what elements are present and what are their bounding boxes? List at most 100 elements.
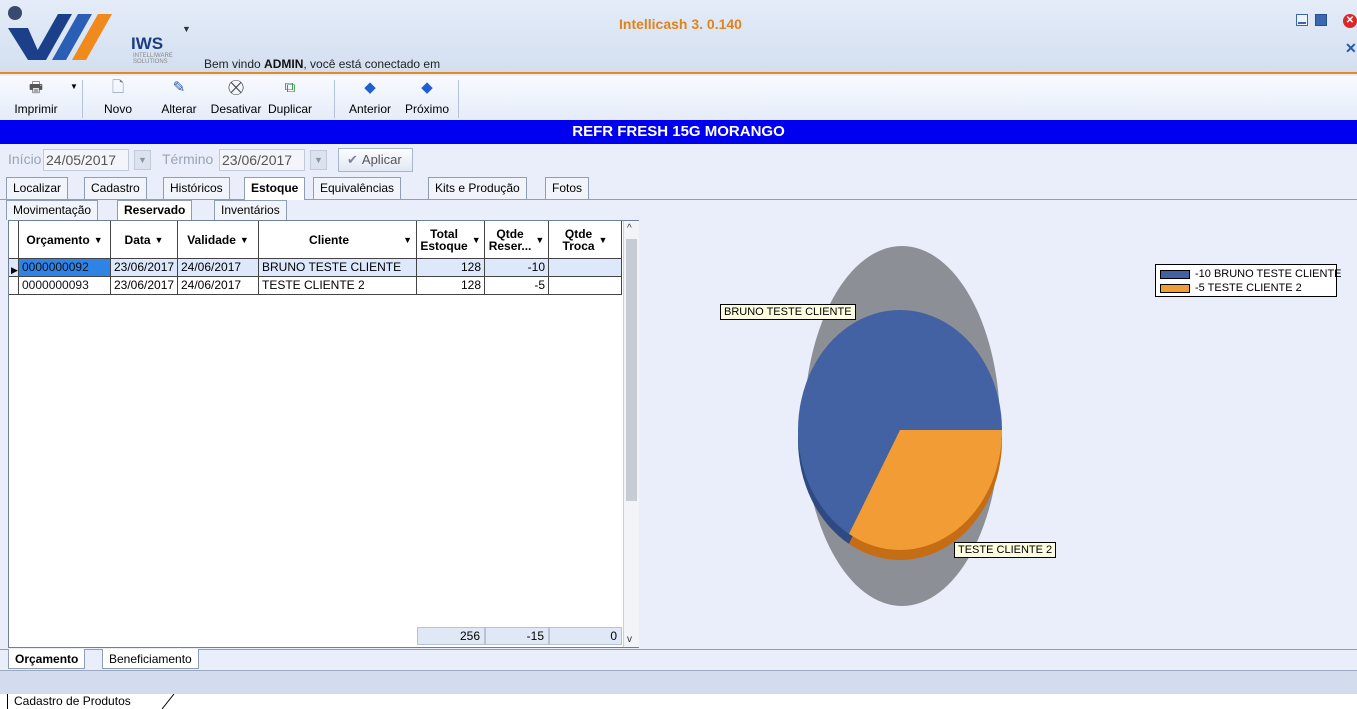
printer-icon: 🖶 [28, 79, 44, 96]
check-icon: ✔ [347, 152, 358, 167]
tab-inventarios[interactable]: Inventários [214, 200, 287, 220]
print-dropdown-caret-icon[interactable]: ▼ [70, 82, 78, 91]
col-qtde-reser[interactable]: Qtde Reser... ▼ [485, 221, 549, 259]
close-button[interactable]: ✕ [1343, 14, 1357, 28]
welcome-message: Bem vindo ADMIN, você está conectado em [204, 57, 441, 71]
tab-orcamento[interactable]: Orçamento [8, 649, 86, 669]
brand-name: IWS [131, 34, 164, 53]
bottom-tabs: Orçamento Beneficiamento [0, 649, 1357, 671]
close-form-icon[interactable]: ✕ [1345, 40, 1357, 57]
brand-menu-caret-icon[interactable]: ▼ [182, 24, 191, 34]
cell-total-estoque[interactable]: 128 [417, 259, 485, 277]
cell-orcamento[interactable]: 0000000092 [19, 259, 111, 277]
duplicate-icon: ⧉ [284, 79, 296, 96]
table-row[interactable]: 0000000093 23/06/2017 24/06/2017 TESTE C… [9, 277, 622, 295]
col-cliente[interactable]: Cliente ▼ [259, 221, 417, 259]
cell-qtde-troca[interactable] [549, 259, 622, 277]
tab-estoque[interactable]: Estoque [244, 177, 306, 200]
maximize-button[interactable] [1315, 14, 1327, 26]
cell-cliente[interactable]: BRUNO TESTE CLIENTE [259, 259, 417, 277]
arrow-left-icon: ◆ [364, 79, 376, 96]
cell-data[interactable]: 23/06/2017 [111, 277, 178, 295]
legend-item: -5 TESTE CLIENTE 2 [1160, 281, 1302, 295]
end-date-input[interactable]: 23/06/2017 [219, 149, 305, 171]
scroll-up-icon[interactable]: ^ [627, 223, 632, 234]
col-orcamento[interactable]: Orçamento ▼ [19, 221, 111, 259]
table-row[interactable]: ▶ 0000000092 23/06/2017 24/06/2017 BRUNO… [9, 259, 622, 277]
tab-cadastro-produtos[interactable]: Cadastro de Produtos [7, 694, 141, 709]
app-title: Intellicash 3. 0.140 [619, 16, 742, 32]
new-button[interactable]: 🗋 Novo [100, 78, 136, 118]
row-indicator: ▶ [9, 259, 19, 277]
tab-localizar[interactable]: Localizar [6, 177, 69, 199]
next-button[interactable]: ◆ Próximo [400, 78, 454, 118]
sort-caret-icon: ▼ [471, 235, 481, 245]
legend-swatch [1160, 283, 1190, 293]
minimize-button[interactable] [1296, 14, 1308, 26]
brand-subtitle: INTELLIWARE SOLUTIONS [133, 53, 173, 65]
sort-caret-icon: ▼ [598, 235, 608, 245]
cell-validade[interactable]: 24/06/2017 [178, 277, 259, 295]
start-date-input[interactable]: 24/05/2017 [43, 149, 129, 171]
cell-qtde-troca[interactable] [549, 277, 622, 295]
cell-qtde-reser[interactable]: -5 [485, 277, 549, 295]
edit-button[interactable]: ✎ Alterar [156, 78, 202, 118]
deactivate-icon: ⛒ [228, 79, 244, 96]
print-button[interactable]: 🖶 Imprimir [6, 78, 66, 118]
scrollbar-thumb[interactable] [626, 239, 637, 501]
arrow-right-icon: ◆ [421, 79, 433, 96]
deactivate-button[interactable]: ⛒ Desativar [208, 78, 264, 118]
col-data[interactable]: Data ▼ [111, 221, 178, 259]
tab-movimentacao[interactable]: Movimentação [6, 200, 99, 220]
sort-caret-icon: ▼ [154, 235, 164, 245]
start-date-dropdown-icon[interactable]: ▼ [134, 150, 151, 170]
cell-orcamento[interactable]: 0000000093 [19, 277, 111, 295]
cell-qtde-reser[interactable]: -10 [485, 259, 549, 277]
form-tab-strip [0, 694, 1357, 709]
tab-cadastro[interactable]: Cadastro [84, 177, 147, 199]
new-document-icon: 🗋 [111, 79, 125, 96]
duplicate-button[interactable]: ⧉ Duplicar [262, 78, 318, 118]
sub-tabs: Movimentação Reservado Inventários [0, 200, 1357, 220]
apply-button[interactable]: ✔ Aplicar [338, 148, 413, 172]
pie-label-teste2: TESTE CLIENTE 2 [954, 542, 1057, 558]
chart-legend: -10 BRUNO TESTE CLIENTE -5 TESTE CLIENTE… [1155, 264, 1342, 297]
sort-caret-icon: ▼ [239, 235, 249, 245]
pie-label-bruno: BRUNO TESTE CLIENTE [720, 304, 856, 320]
tab-fotos[interactable]: Fotos [545, 177, 590, 199]
toolbar-separator [82, 80, 83, 118]
tab-historicos[interactable]: Históricos [163, 177, 230, 199]
col-validade[interactable]: Validade ▼ [178, 221, 259, 259]
tab-kits-producao[interactable]: Kits e Produção [428, 177, 527, 199]
grid-header: Orçamento ▼ Data ▼ Validade ▼ Cliente ▼ Tota… [9, 221, 622, 259]
scroll-down-icon[interactable]: v [627, 634, 632, 645]
vertical-scrollbar[interactable]: ^ v [623, 221, 639, 647]
end-date-dropdown-icon[interactable]: ▼ [310, 150, 327, 170]
status-bar [0, 670, 1357, 694]
row-indicator [9, 277, 19, 295]
toolbar: 🖶 Imprimir ▼ 🗋 Novo ✎ Alterar ⛒ Desativa… [0, 76, 1357, 120]
col-total-estoque[interactable]: Total Estoque ▼ [417, 221, 485, 259]
col-qtde-troca[interactable]: Qtde Troca ▼ [549, 221, 622, 259]
row-indicator-header [9, 221, 19, 259]
title-bar: IWS INTELLIWARE SOLUTIONS ▼ Bem vindo AD… [0, 0, 1357, 74]
welcome-user: ADMIN [264, 57, 304, 71]
product-title-bar: REFR FRESH 15G MORANGO [0, 120, 1357, 144]
previous-button[interactable]: ◆ Anterior [340, 78, 400, 118]
cell-cliente[interactable]: TESTE CLIENTE 2 [259, 277, 417, 295]
tab-beneficiamento[interactable]: Beneficiamento [102, 649, 199, 669]
pencil-icon: ✎ [172, 79, 186, 96]
cell-validade[interactable]: 24/06/2017 [178, 259, 259, 277]
legend-swatch [1160, 269, 1190, 279]
current-row-icon: ▶ [11, 265, 18, 275]
cell-total-estoque[interactable]: 128 [417, 277, 485, 295]
iws-logo [8, 6, 112, 60]
grid-totals: 256 -15 0 [9, 627, 622, 647]
reservations-grid[interactable]: Orçamento ▼ Data ▼ Validade ▼ Cliente ▼ Tota… [8, 220, 639, 648]
toolbar-separator [458, 80, 459, 118]
cell-data[interactable]: 23/06/2017 [111, 259, 178, 277]
tab-slant [161, 694, 175, 709]
end-label: Término [162, 151, 214, 167]
tab-equivalencias[interactable]: Equivalências [313, 177, 402, 199]
tab-reservado[interactable]: Reservado [117, 200, 193, 220]
